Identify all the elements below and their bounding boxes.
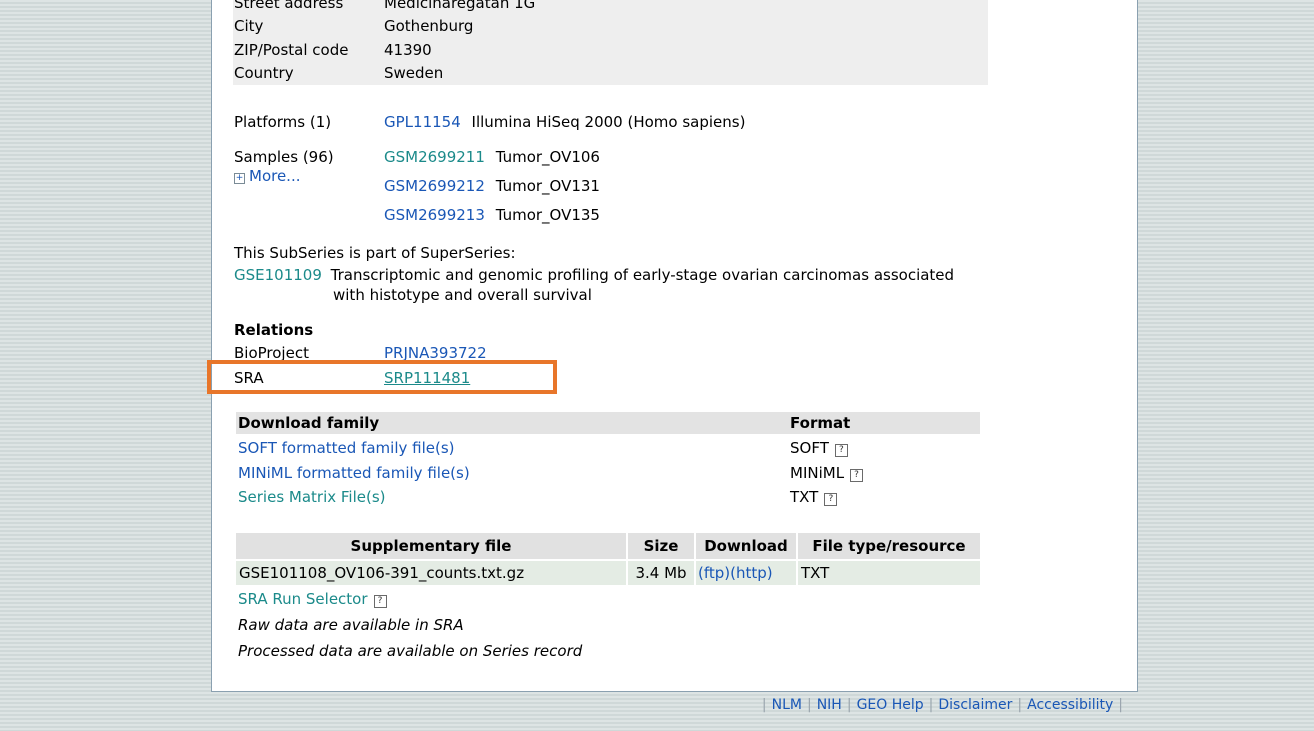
street-label: Street address bbox=[234, 0, 344, 12]
supp-header-type: File type/resource bbox=[798, 533, 980, 559]
series-matrix-link[interactable]: Series Matrix File(s) bbox=[238, 488, 386, 506]
supp-header-size: Size bbox=[628, 533, 694, 559]
sample-link[interactable]: GSM2699211 bbox=[384, 148, 485, 166]
supp-header-download: Download bbox=[696, 533, 796, 559]
miniml-family-link[interactable]: MINiML formatted family file(s) bbox=[238, 464, 470, 482]
footer-link-disclaimer[interactable]: Disclaimer bbox=[938, 697, 1012, 713]
superseries-link[interactable]: GSE101109 bbox=[234, 266, 322, 284]
superseries-desc-line2: with histotype and overall survival bbox=[333, 286, 592, 304]
supp-file-name: GSE101108_OV106-391_counts.txt.gz bbox=[236, 561, 626, 585]
format-header: Format bbox=[790, 414, 851, 432]
platforms-label: Platforms (1) bbox=[234, 113, 332, 131]
help-icon[interactable]: ? bbox=[373, 595, 387, 608]
zip-label: ZIP/Postal code bbox=[234, 41, 349, 59]
help-icon[interactable]: ? bbox=[834, 444, 848, 457]
sample-link[interactable]: GSM2699212 bbox=[384, 177, 485, 195]
superseries-intro: This SubSeries is part of SuperSeries: bbox=[234, 244, 516, 262]
ftp-link[interactable]: (ftp) bbox=[698, 564, 730, 582]
help-icon[interactable]: ? bbox=[850, 469, 864, 482]
sra-run-selector-link[interactable]: SRA Run Selector bbox=[238, 590, 368, 608]
samples-more[interactable]: + More... bbox=[234, 167, 301, 185]
city-label: City bbox=[234, 17, 264, 35]
platform-row: GPL11154 Illumina HiSeq 2000 (Homo sapie… bbox=[384, 113, 745, 131]
platform-desc: Illumina HiSeq 2000 (Homo sapiens) bbox=[471, 113, 746, 131]
supp-file-size: 3.4 Mb bbox=[628, 561, 694, 585]
sample-row: GSM2699212 Tumor_OV131 bbox=[384, 177, 600, 195]
format-miniml: MINiML? bbox=[790, 464, 864, 482]
sample-link[interactable]: GSM2699213 bbox=[384, 206, 485, 224]
superseries-desc: Transcriptomic and genomic profiling of … bbox=[330, 266, 955, 284]
sample-desc: Tumor_OV106 bbox=[495, 148, 600, 166]
sample-row: GSM2699213 Tumor_OV135 bbox=[384, 206, 600, 224]
sample-desc: Tumor_OV131 bbox=[495, 177, 600, 195]
country-value: Sweden bbox=[384, 64, 444, 82]
raw-data-note: Raw data are available in SRA bbox=[238, 616, 464, 634]
footer-link-nih[interactable]: NIH bbox=[817, 697, 842, 713]
samples-label: Samples (96) bbox=[234, 148, 334, 166]
http-link[interactable]: (http) bbox=[730, 564, 773, 582]
format-soft: SOFT? bbox=[790, 439, 848, 457]
soft-family-link[interactable]: SOFT formatted family file(s) bbox=[238, 439, 455, 457]
supp-file-type: TXT bbox=[798, 561, 980, 585]
footer-link-geo-help[interactable]: GEO Help bbox=[857, 697, 924, 713]
processed-data-note: Processed data are available on Series r… bbox=[238, 642, 583, 660]
platform-link[interactable]: GPL11154 bbox=[384, 113, 461, 131]
format-txt: TXT? bbox=[790, 488, 838, 506]
samples-more-link[interactable]: More... bbox=[249, 167, 301, 185]
expand-plus-icon: + bbox=[234, 173, 245, 184]
download-family-title: Download family bbox=[238, 414, 380, 432]
relations-heading: Relations bbox=[234, 321, 314, 339]
footer-link-accessibility[interactable]: Accessibility bbox=[1027, 697, 1113, 713]
footer-links: | NLM | NIH | GEO Help | Disclaimer | Accessibili… bbox=[761, 697, 1123, 713]
sample-desc: Tumor_OV135 bbox=[495, 206, 600, 224]
footer-link-nlm[interactable]: NLM bbox=[772, 697, 802, 713]
country-label: Country bbox=[234, 64, 294, 82]
highlight-box bbox=[207, 360, 557, 394]
sra-run-selector: SRA Run Selector? bbox=[238, 590, 387, 608]
street-value: Medicinaregatan 1G bbox=[384, 0, 536, 12]
city-value: Gothenburg bbox=[384, 17, 474, 35]
superseries-row: GSE101109 Transcriptomic and genomic pro… bbox=[234, 266, 954, 284]
help-icon[interactable]: ? bbox=[824, 493, 838, 506]
sample-row: GSM2699211 Tumor_OV106 bbox=[384, 148, 600, 166]
supp-header-file: Supplementary file bbox=[236, 533, 626, 559]
main-content: Street address Medicinaregatan 1G City G… bbox=[207, 0, 1138, 692]
supp-file-download: (ftp)(http) bbox=[696, 561, 796, 585]
zip-value: 41390 bbox=[384, 41, 432, 59]
